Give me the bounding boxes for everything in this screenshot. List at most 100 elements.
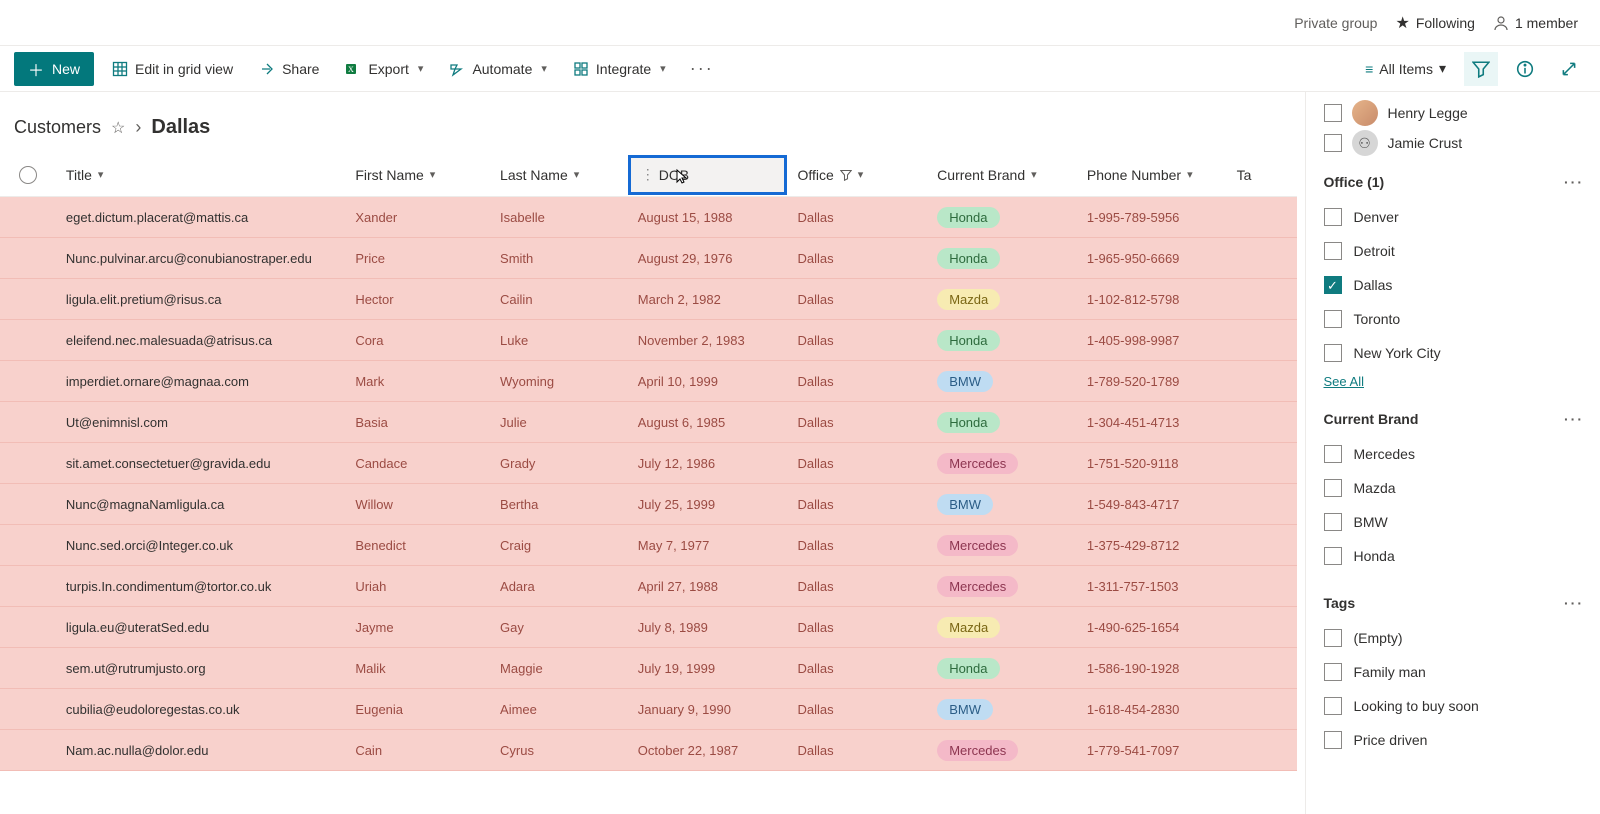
table-row[interactable]: imperdiet.ornare@magnaa.com Mark Wyoming… bbox=[0, 361, 1297, 402]
column-header-current-brand[interactable]: Current Brand ▾ bbox=[927, 167, 1077, 183]
section-more-button[interactable]: ··· bbox=[1564, 174, 1584, 190]
cell-phone: 1-586-190-1928 bbox=[1077, 661, 1227, 676]
table-row[interactable]: Nunc.sed.orci@Integer.co.uk Benedict Cra… bbox=[0, 525, 1297, 566]
members-label: 1 member bbox=[1515, 15, 1578, 31]
drag-handle-icon[interactable]: ⋮ bbox=[641, 166, 655, 183]
section-more-button[interactable]: ··· bbox=[1564, 411, 1584, 427]
filter-option-row[interactable]: Looking to buy soon bbox=[1324, 689, 1585, 723]
filter-option-row[interactable]: Mercedes bbox=[1324, 437, 1585, 471]
column-header-phone[interactable]: Phone Number▾ bbox=[1077, 167, 1227, 183]
checkbox[interactable] bbox=[1324, 697, 1342, 715]
filter-option-row[interactable]: BMW bbox=[1324, 505, 1585, 539]
view-selector[interactable]: ≡ All Items ▾ bbox=[1357, 60, 1454, 77]
column-header-row: Title▾ First Name▾ Last Name▾ ⋮ DOB Off bbox=[0, 153, 1297, 197]
overflow-menu-button[interactable]: ··· bbox=[684, 58, 720, 79]
table-row[interactable]: sit.amet.consectetuer@gravida.edu Candac… bbox=[0, 443, 1297, 484]
checkbox[interactable] bbox=[1324, 344, 1342, 362]
filter-person-row[interactable]: ⚇ Jamie Crust bbox=[1324, 128, 1585, 158]
filter-option-row[interactable]: Family man bbox=[1324, 655, 1585, 689]
checkbox[interactable] bbox=[1324, 629, 1342, 647]
table-row[interactable]: turpis.In.condimentum@tortor.co.uk Uriah… bbox=[0, 566, 1297, 607]
table-row[interactable]: Ut@enimnisl.com Basia Julie August 6, 19… bbox=[0, 402, 1297, 443]
see-all-link[interactable]: See All bbox=[1324, 374, 1364, 389]
table-row[interactable]: ligula.elit.pretium@risus.ca Hector Cail… bbox=[0, 279, 1297, 320]
checkbox[interactable] bbox=[1324, 731, 1342, 749]
table-row[interactable]: Nam.ac.nulla@dolor.edu Cain Cyrus Octobe… bbox=[0, 730, 1297, 771]
filter-option-row[interactable]: Dallas bbox=[1324, 268, 1585, 302]
export-button[interactable]: X Export ▾ bbox=[337, 52, 431, 86]
checkbox[interactable] bbox=[1324, 104, 1342, 122]
automate-icon bbox=[449, 61, 465, 77]
checkbox[interactable] bbox=[1324, 134, 1342, 152]
edit-grid-label: Edit in grid view bbox=[135, 61, 233, 77]
checkbox[interactable] bbox=[1324, 663, 1342, 681]
chevron-right-icon: › bbox=[135, 117, 141, 138]
cell-first-name: Cain bbox=[345, 743, 490, 758]
automate-button[interactable]: Automate ▾ bbox=[441, 52, 554, 86]
checkbox[interactable] bbox=[1324, 310, 1342, 328]
chevron-down-icon: ▾ bbox=[1031, 168, 1037, 181]
cell-title: eleifend.nec.malesuada@atrisus.ca bbox=[56, 333, 345, 348]
chevron-down-icon: ▾ bbox=[574, 168, 580, 181]
filter-option-row[interactable]: Denver bbox=[1324, 200, 1585, 234]
cell-title: sit.amet.consectetuer@gravida.edu bbox=[56, 456, 345, 471]
filter-pane-toggle[interactable] bbox=[1464, 52, 1498, 86]
cell-office: Dallas bbox=[787, 333, 927, 348]
select-all-toggle[interactable] bbox=[19, 166, 37, 184]
members-button[interactable]: 1 member bbox=[1493, 15, 1578, 31]
info-pane-toggle[interactable] bbox=[1508, 52, 1542, 86]
cell-last-name: Grady bbox=[490, 456, 628, 471]
filter-option-row[interactable]: Detroit bbox=[1324, 234, 1585, 268]
filter-option-row[interactable]: Honda bbox=[1324, 539, 1585, 573]
table-row[interactable]: cubilia@eudoloregestas.co.uk Eugenia Aim… bbox=[0, 689, 1297, 730]
integrate-button[interactable]: Integrate ▾ bbox=[565, 52, 674, 86]
section-more-button[interactable]: ··· bbox=[1564, 595, 1584, 611]
checkbox[interactable] bbox=[1324, 513, 1342, 531]
cell-brand: Honda bbox=[927, 412, 1077, 433]
cell-office: Dallas bbox=[787, 702, 927, 717]
filter-option-row[interactable]: (Empty) bbox=[1324, 621, 1585, 655]
funnel-icon bbox=[840, 169, 852, 181]
column-header-last-name[interactable]: Last Name▾ bbox=[490, 167, 628, 183]
filter-person-row[interactable]: Henry Legge bbox=[1324, 98, 1585, 128]
filter-option-row[interactable]: New York City bbox=[1324, 336, 1585, 370]
column-brand-label: Current Brand bbox=[937, 167, 1025, 183]
column-header-first-name[interactable]: First Name▾ bbox=[345, 167, 490, 183]
table-row[interactable]: sem.ut@rutrumjusto.org Malik Maggie July… bbox=[0, 648, 1297, 689]
table-row[interactable]: eget.dictum.placerat@mattis.ca Xander Is… bbox=[0, 197, 1297, 238]
cell-dob: July 12, 1986 bbox=[628, 456, 788, 471]
expand-button[interactable] bbox=[1552, 52, 1586, 86]
star-outline-icon[interactable]: ☆ bbox=[111, 118, 125, 138]
private-group-label: Private group bbox=[1294, 15, 1377, 31]
filter-option-row[interactable]: Mazda bbox=[1324, 471, 1585, 505]
filter-option-row[interactable]: Price driven bbox=[1324, 723, 1585, 757]
checkbox[interactable] bbox=[1324, 547, 1342, 565]
filter-tags-title: Tags bbox=[1324, 595, 1356, 611]
table-row[interactable]: eleifend.nec.malesuada@atrisus.ca Cora L… bbox=[0, 320, 1297, 361]
star-filled-icon: ★ bbox=[1395, 13, 1409, 33]
cell-first-name: Benedict bbox=[345, 538, 490, 553]
table-row[interactable]: Nunc@magnaNamligula.ca Willow Bertha Jul… bbox=[0, 484, 1297, 525]
cell-brand: Mercedes bbox=[927, 740, 1077, 761]
table-row[interactable]: ligula.eu@uteratSed.edu Jayme Gay July 8… bbox=[0, 607, 1297, 648]
checkbox[interactable] bbox=[1324, 479, 1342, 497]
filter-option-row[interactable]: Toronto bbox=[1324, 302, 1585, 336]
list-name[interactable]: Customers bbox=[14, 117, 101, 138]
cell-office: Dallas bbox=[787, 538, 927, 553]
share-button[interactable]: Share bbox=[251, 52, 327, 86]
checkbox[interactable] bbox=[1324, 208, 1342, 226]
follow-button[interactable]: ★ Following bbox=[1395, 13, 1474, 33]
new-button[interactable]: ＋ New bbox=[14, 52, 94, 86]
column-header-dob[interactable]: ⋮ DOB bbox=[628, 155, 788, 195]
checkbox[interactable] bbox=[1324, 242, 1342, 260]
checkbox[interactable] bbox=[1324, 276, 1342, 294]
brand-pill: Honda bbox=[937, 248, 999, 269]
option-label: Toronto bbox=[1354, 311, 1401, 327]
checkbox[interactable] bbox=[1324, 445, 1342, 463]
edit-grid-button[interactable]: Edit in grid view bbox=[104, 52, 241, 86]
column-header-tags[interactable]: Ta bbox=[1227, 167, 1297, 183]
column-header-office[interactable]: Office ▾ bbox=[787, 167, 927, 183]
table-row[interactable]: Nunc.pulvinar.arcu@conubianostraper.edu … bbox=[0, 238, 1297, 279]
column-header-title[interactable]: Title▾ bbox=[56, 167, 345, 183]
brand-pill: Mercedes bbox=[937, 740, 1018, 761]
